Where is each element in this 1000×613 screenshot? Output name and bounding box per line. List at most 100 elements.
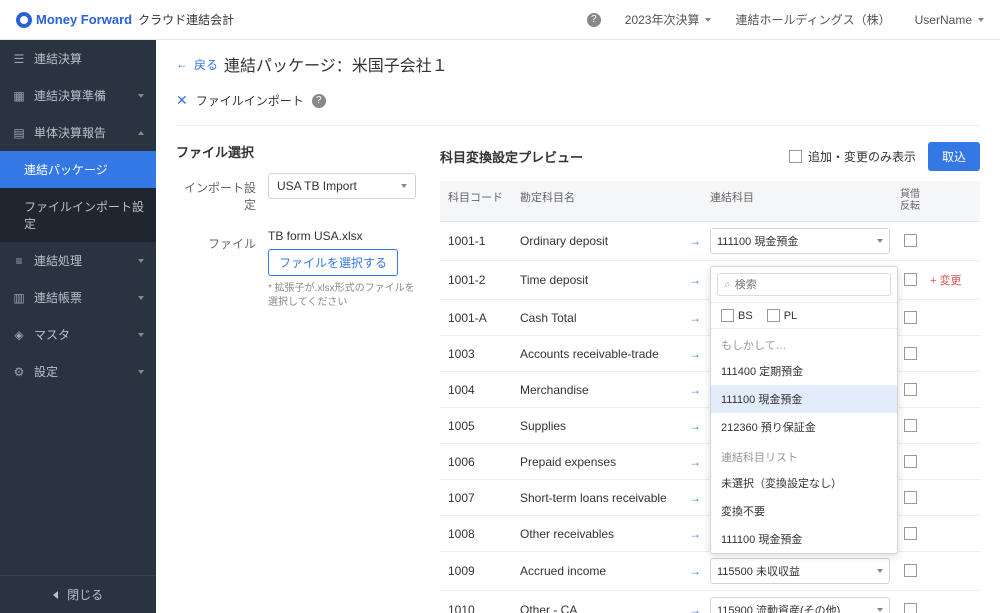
cell-name: Merchandise: [520, 383, 680, 397]
choose-file-button[interactable]: ファイルを選択する: [268, 249, 398, 276]
cell-code: 1004: [440, 383, 520, 397]
back-arrow-icon[interactable]: ←: [176, 57, 188, 71]
help-icon[interactable]: ?: [587, 13, 601, 27]
arrow-right-icon[interactable]: →: [689, 491, 701, 505]
sidebar-item-master[interactable]: ◈マスタ: [0, 316, 156, 353]
col-name: 勘定科目名: [520, 189, 680, 213]
col-flip: 貸借反転: [890, 189, 930, 213]
cell-name: Supplies: [520, 419, 680, 433]
arrow-right-icon[interactable]: →: [689, 603, 701, 613]
sidebar-item-label: 連結処理: [34, 252, 82, 269]
sidebar-item-standalone[interactable]: ▤ 単体決算報告: [0, 114, 156, 151]
checkbox-icon: [767, 309, 780, 322]
sidebar-item-reports[interactable]: ▥ 連結帳票: [0, 279, 156, 316]
chevron-down-icon: [138, 296, 144, 300]
account-select[interactable]: 115900 流動資産(その他): [710, 597, 890, 613]
doc-icon: ▤: [12, 126, 26, 140]
chevron-down-icon: [877, 569, 883, 573]
flip-checkbox[interactable]: [904, 347, 917, 360]
dropdown-search-input[interactable]: [735, 279, 884, 291]
dropdown-item[interactable]: 未選択（変換設定なし）: [711, 469, 897, 497]
dropdown-item[interactable]: 変換不要: [711, 497, 897, 525]
cell-code: 1005: [440, 419, 520, 433]
arrow-right-icon[interactable]: →: [689, 527, 701, 541]
sidebar-item-prep[interactable]: ▦連結決算準備: [0, 77, 156, 114]
cell-code: 1007: [440, 491, 520, 505]
import-setting-select[interactable]: USA TB Import: [268, 173, 416, 199]
logo-brand: Money Forward: [36, 12, 132, 27]
bars-icon: ☰: [12, 52, 26, 66]
import-setting-value: USA TB Import: [277, 179, 357, 193]
sidebar-item-import-settings[interactable]: ファイルインポート設定: [0, 188, 156, 242]
dropdown-item[interactable]: 111400 定期預金: [711, 357, 897, 385]
show-changes-label: 追加・変更のみ表示: [808, 148, 916, 165]
arrow-right-icon[interactable]: →: [689, 234, 701, 248]
flip-checkbox[interactable]: [904, 311, 917, 324]
cell-name: Ordinary deposit: [520, 234, 680, 248]
flip-checkbox[interactable]: [904, 455, 917, 468]
close-icon[interactable]: ✕: [176, 92, 188, 109]
flip-checkbox[interactable]: [904, 527, 917, 540]
arrow-right-icon[interactable]: →: [689, 311, 701, 325]
show-changes-toggle[interactable]: 追加・変更のみ表示: [789, 148, 916, 165]
sidebar-item-settings[interactable]: ⚙設定: [0, 353, 156, 390]
file-select-title: ファイル選択: [176, 142, 416, 161]
filter-pl[interactable]: PL: [767, 309, 797, 322]
dropdown-item[interactable]: 111100 現金預金: [711, 385, 897, 413]
cell-code: 1001-1: [440, 234, 520, 248]
apply-button[interactable]: 取込: [928, 142, 980, 171]
sidebar-item-package[interactable]: 連結パッケージ: [0, 151, 156, 188]
flip-checkbox[interactable]: [904, 273, 917, 286]
file-hint: * 拡張子が.xlsx形式のファイルを選択してください: [268, 282, 416, 310]
sidebar-collapse[interactable]: 閉じる: [0, 575, 156, 613]
dropdown-item[interactable]: 111100 現金預金: [711, 525, 897, 553]
chevron-down-icon: [877, 239, 883, 243]
back-link[interactable]: 戻る: [194, 56, 218, 73]
breadcrumb: ← 戻る 連結パッケージ：米国子会社１: [176, 48, 980, 84]
flip-checkbox[interactable]: [904, 491, 917, 504]
flip-checkbox[interactable]: [904, 603, 917, 613]
list-icon: ≡: [12, 254, 26, 268]
cell-name: Other - CA: [520, 603, 680, 613]
table-row: 1001-1Ordinary deposit → 111100 現金預金: [440, 222, 980, 261]
sidebar-item-label: 単体決算報告: [34, 124, 106, 141]
account-value: 111100 現金預金: [717, 233, 798, 249]
chevron-down-icon: [138, 333, 144, 337]
chevron-down-icon: [978, 18, 984, 22]
cell-name: Short-term loans receivable: [520, 491, 680, 505]
checkbox-icon: [789, 150, 802, 163]
filter-bs[interactable]: BS: [721, 309, 753, 322]
user-menu[interactable]: UserName: [915, 13, 984, 27]
sidebar-item-consolidated[interactable]: ☰連結決算: [0, 40, 156, 77]
arrow-right-icon[interactable]: →: [689, 273, 701, 287]
account-dropdown: ⌕ BS PL もしかして… 111400 定期預金 111100 現金預金 2…: [710, 266, 898, 554]
flip-checkbox[interactable]: [904, 419, 917, 432]
arrow-right-icon[interactable]: →: [689, 383, 701, 397]
period-selector[interactable]: 2023年次決算: [625, 11, 712, 28]
account-value: 115500 未収収益: [717, 563, 800, 579]
account-value: 115900 流動資産(その他): [717, 602, 840, 613]
dropdown-search[interactable]: ⌕: [717, 273, 891, 296]
gear-icon: ⚙: [12, 365, 26, 379]
account-select[interactable]: 111100 現金預金: [710, 228, 890, 254]
dropdown-item[interactable]: 212360 預り保証金: [711, 413, 897, 441]
arrow-right-icon[interactable]: →: [689, 347, 701, 361]
table-row: 1009Accrued income→115500 未収収益: [440, 552, 980, 591]
arrow-right-icon[interactable]: →: [689, 455, 701, 469]
sidebar-item-process[interactable]: ≡ 連結処理: [0, 242, 156, 279]
cell-name: Time deposit: [520, 273, 680, 287]
help-icon[interactable]: ?: [312, 94, 326, 108]
sidebar-item-label: 連結帳票: [34, 289, 82, 306]
flip-checkbox[interactable]: [904, 564, 917, 577]
arrow-right-icon[interactable]: →: [689, 419, 701, 433]
logo-product: クラウド連結会計: [138, 11, 234, 28]
arrow-right-icon[interactable]: →: [689, 564, 701, 578]
page-title: 連結パッケージ：米国子会社１: [224, 52, 448, 76]
flip-checkbox[interactable]: [904, 234, 917, 247]
chevron-up-icon: [138, 131, 144, 135]
flip-checkbox[interactable]: [904, 383, 917, 396]
preview-title: 科目変換設定プレビュー: [440, 147, 583, 166]
cell-code: 1006: [440, 455, 520, 469]
table-icon: ▥: [12, 291, 26, 305]
account-select[interactable]: 115500 未収収益: [710, 558, 890, 584]
